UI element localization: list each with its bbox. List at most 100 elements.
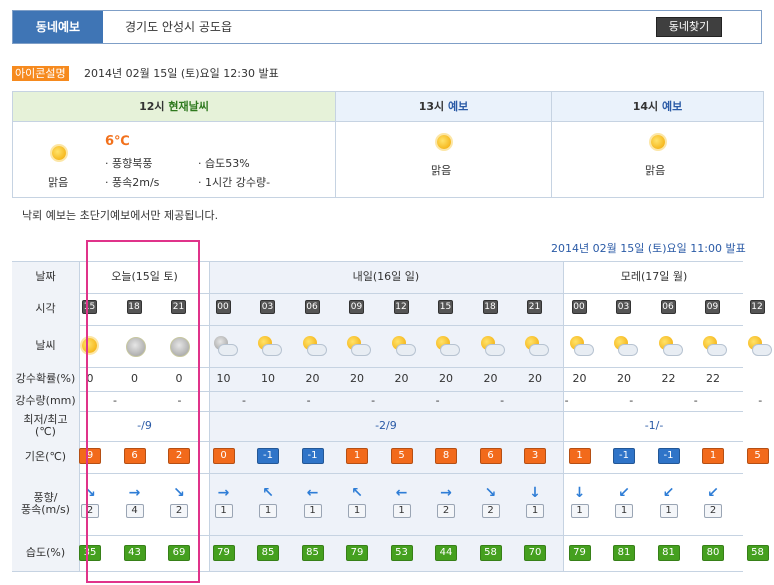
cloud-icon <box>300 334 327 358</box>
cloud-icon <box>700 334 727 358</box>
temp-value: 6 <box>479 448 502 464</box>
rain-amount-value: - <box>629 394 634 407</box>
wind-direction-icon: ↓ <box>573 485 586 501</box>
hour-box: 21 <box>527 300 542 314</box>
f14-time: 14시 <box>632 100 659 113</box>
sun-icon <box>433 131 455 153</box>
rain-amount-value: - <box>693 394 698 407</box>
rain-1h: 1시간 강수량- <box>205 176 271 189</box>
lightning-notice: 낙뢰 예보는 초단기예보에서만 제공됩니다. <box>22 209 219 222</box>
humidity-value: 81 <box>613 545 635 561</box>
rain-prob-value: 20 <box>617 372 631 385</box>
rain-prob-value: 20 <box>394 372 409 385</box>
wind-speed-value: 1 <box>214 504 233 518</box>
wind-direction-icon: ↓ <box>529 485 541 501</box>
wind-direction-icon: ↖ <box>351 485 363 501</box>
rain-prob-value: 22 <box>661 372 676 385</box>
wind-direction-icon: ← <box>306 485 319 501</box>
rain-prob-value: 20 <box>572 372 587 385</box>
rain-amount-value: - <box>500 394 505 407</box>
wind-speed-value: 1 <box>303 504 322 518</box>
hour-box: 06 <box>660 300 676 314</box>
rain-prob-value: 20 <box>483 372 498 385</box>
find-location-button[interactable]: 동네찾기 <box>656 17 722 37</box>
f13-time: 13시 <box>418 100 445 113</box>
row-label-humidity: 습도(%) <box>12 535 80 571</box>
humidity-value: 58 <box>746 545 769 561</box>
wind-dir: 풍향북풍 <box>112 157 153 170</box>
temp-value: 3 <box>524 448 546 464</box>
location-text: 경기도 안성시 공도읍 <box>125 20 232 34</box>
row-label-rain_amt: 강수량(mm) <box>12 391 80 411</box>
humidity-value: 85 <box>301 545 324 561</box>
wind-speed-value: 2 <box>481 504 500 518</box>
humidity-value: 80 <box>702 545 724 561</box>
rain-amount-value: - <box>371 394 376 407</box>
temp-value: -1 <box>613 448 635 464</box>
hour-box: 00 <box>215 300 231 314</box>
sun-icon <box>48 142 70 164</box>
hour-box: 06 <box>304 300 320 314</box>
current-condition: 맑음 <box>48 176 69 189</box>
forecast-14-header: 14시 예보 <box>552 92 763 122</box>
wind-direction-icon: → <box>217 485 230 501</box>
today-highlight <box>86 240 200 583</box>
minmax-value: -1/- <box>644 419 664 432</box>
forecast-time: 2014년 02월 15일 (토)요일 11:00 발표 <box>551 242 746 255</box>
hour-box: 18 <box>482 300 498 314</box>
rain-prob-value: 20 <box>350 372 364 385</box>
cloud-icon <box>255 334 282 358</box>
rain-amount-value: - <box>758 394 763 407</box>
section-label: 동네예보 <box>13 11 103 43</box>
cloud-icon <box>567 334 594 358</box>
cloud-icon <box>344 334 371 358</box>
wind-direction-icon: ↙ <box>618 485 630 501</box>
rain-prob-value: 20 <box>305 372 320 385</box>
humidity-value: 58 <box>479 545 502 561</box>
wind-direction-icon: ↘ <box>484 485 497 501</box>
humidity-value: 85 <box>257 545 279 561</box>
current-header: 12시 현재날씨 <box>13 92 335 122</box>
minmax-value: -2/9 <box>375 419 397 432</box>
temp-value: 5 <box>390 448 413 464</box>
wind-speed-value: 1 <box>392 504 411 518</box>
rain-amount-value: - <box>564 394 569 407</box>
wind-speed-value: 1 <box>659 504 678 518</box>
humidity-value: 79 <box>568 545 591 561</box>
rain-amount-value: - <box>306 394 311 407</box>
row-label-minmax: 최저/최고 (℃) <box>12 411 80 441</box>
rain-prob-value: 22 <box>706 372 720 385</box>
humidity-value: 44 <box>435 545 457 561</box>
rain-prob-value: 20 <box>439 372 453 385</box>
humidity: 습도53% <box>205 157 250 170</box>
icon-help-button[interactable]: 아이콘설명 <box>12 66 69 81</box>
temp-value: 1 <box>702 448 724 464</box>
hour-box: 09 <box>705 300 720 314</box>
temp-value: -1 <box>657 448 680 464</box>
rain-amount-value: - <box>242 394 247 407</box>
day-label: 내일(16일 일) <box>352 270 420 283</box>
cloud-icon <box>522 334 549 358</box>
temp-value: 1 <box>346 448 368 464</box>
temp-value: 8 <box>435 448 457 464</box>
current-header-time: 12시 <box>139 100 165 113</box>
wind-speed-value: 2 <box>437 504 455 518</box>
cloud-icon <box>656 334 683 358</box>
cloud-icon <box>478 334 505 358</box>
rain-prob-value: 10 <box>216 372 231 385</box>
hour-box: 00 <box>571 300 587 314</box>
temp-value: -1 <box>257 448 279 464</box>
humidity-value: 81 <box>657 545 680 561</box>
wind-direction-icon: → <box>440 485 452 501</box>
f14-condition: 맑음 <box>645 164 666 177</box>
sun-icon <box>647 131 669 153</box>
wind-speed-value: 1 <box>259 504 277 518</box>
cloud-icon <box>611 334 638 358</box>
current-header-title: 현재날씨 <box>168 100 209 113</box>
current-weather-box: 12시 현재날씨 13시 예보 14시 예보 맑음 6℃ · 풍향북풍 · 풍속… <box>12 91 764 198</box>
wind-speed-value: 1 <box>615 504 633 518</box>
f13-condition: 맑음 <box>431 164 452 177</box>
row-label-wind: 풍향/ 풍속(m/s) <box>12 473 80 535</box>
humidity-value: 79 <box>212 545 235 561</box>
rain-amount-value: - <box>435 394 440 407</box>
